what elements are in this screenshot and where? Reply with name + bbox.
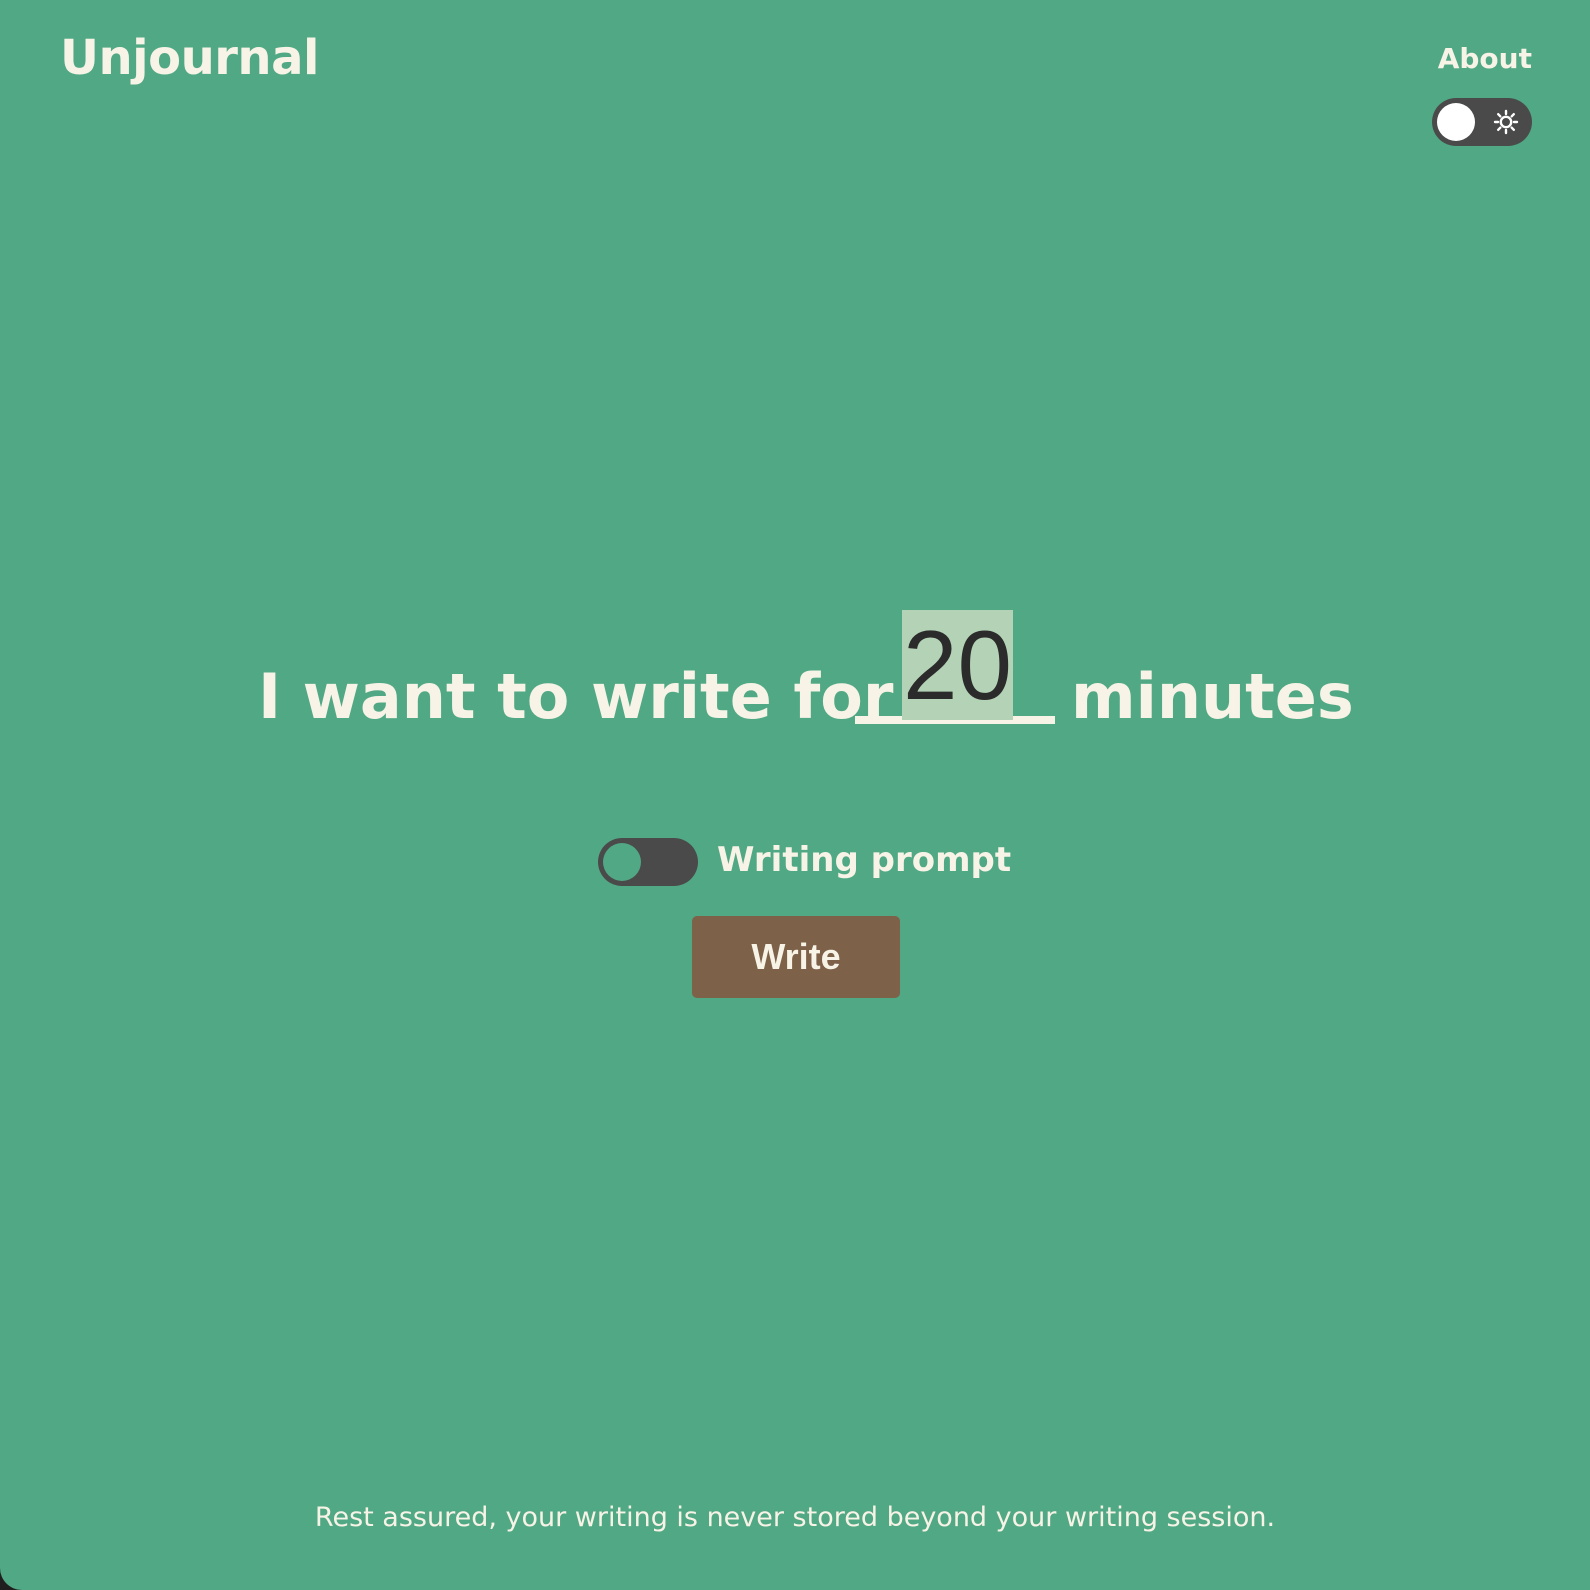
writing-prompt-toggle-knob bbox=[603, 843, 641, 881]
privacy-note: Rest assured, your writing is never stor… bbox=[314, 1502, 1276, 1533]
app-window: Unjournal About I want to write for 20 m… bbox=[0, 0, 1590, 1590]
writing-prompt-toggle[interactable] bbox=[598, 838, 698, 886]
sun-icon bbox=[1493, 109, 1519, 135]
theme-toggle[interactable] bbox=[1432, 98, 1532, 146]
brand-logo[interactable]: Unjournal bbox=[60, 30, 319, 88]
theme-toggle-knob bbox=[1437, 103, 1475, 141]
duration-sentence: I want to write for 20 minutes bbox=[0, 600, 1590, 750]
writing-prompt-label[interactable]: Writing prompt bbox=[717, 840, 1011, 881]
sentence-tail: minutes bbox=[1071, 660, 1354, 733]
about-link[interactable]: About bbox=[1438, 42, 1532, 76]
sentence-lead: I want to write for bbox=[258, 660, 894, 733]
writing-prompt-row: Writing prompt bbox=[598, 838, 1018, 888]
write-button[interactable]: Write bbox=[692, 916, 900, 998]
minutes-input[interactable]: 20 bbox=[855, 600, 1055, 724]
minutes-value: 20 bbox=[902, 610, 1014, 720]
